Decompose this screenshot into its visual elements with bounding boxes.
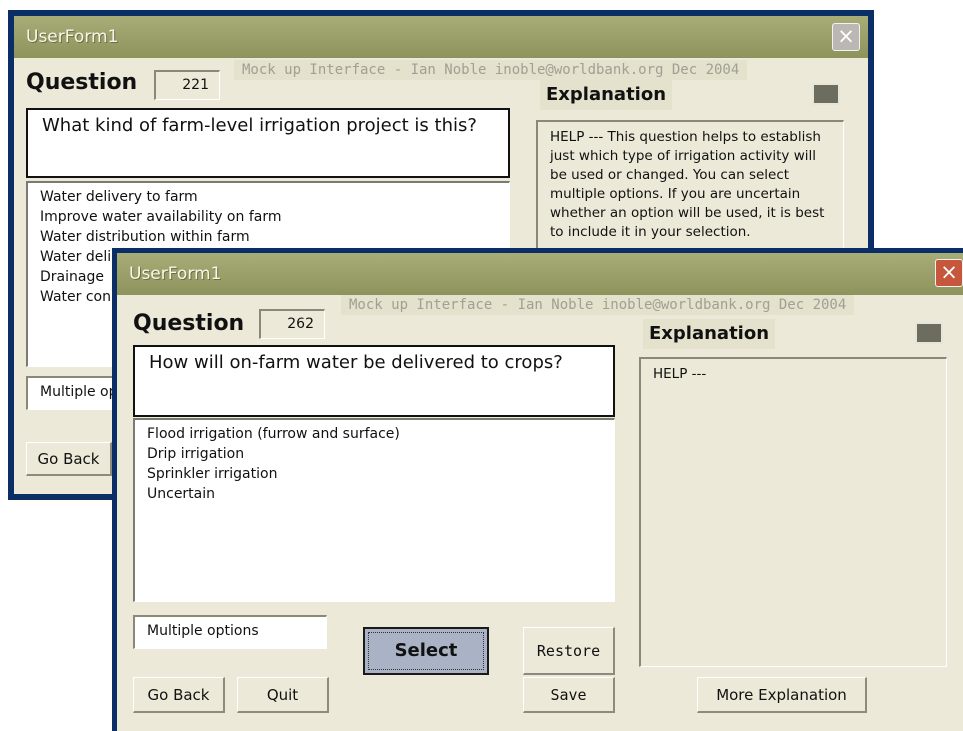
quit-button[interactable]: Quit bbox=[237, 677, 329, 713]
back-titlebar[interactable]: UserForm1 × bbox=[14, 16, 868, 58]
back-question-label: Question bbox=[26, 70, 138, 95]
restore-button[interactable]: Restore bbox=[523, 627, 615, 675]
front-question-label: Question bbox=[133, 311, 245, 336]
front-question-number: 262 bbox=[259, 309, 325, 339]
save-button[interactable]: Save bbox=[523, 677, 615, 713]
front-explanation-label: Explanation bbox=[643, 319, 776, 349]
back-window-title: UserForm1 bbox=[26, 27, 119, 47]
list-item[interactable]: Water delivery to farm bbox=[40, 187, 497, 207]
front-close-icon[interactable]: × bbox=[935, 259, 963, 287]
front-titlebar[interactable]: UserForm1 × bbox=[117, 253, 963, 295]
front-window: UserForm1 × Mock up Interface - Ian Nobl… bbox=[112, 248, 963, 731]
back-banner: Mock up Interface - Ian Noble inoble@wor… bbox=[234, 60, 748, 80]
front-client-area: Mock up Interface - Ian Noble inoble@wor… bbox=[117, 295, 963, 731]
more-explanation-button[interactable]: More Explanation bbox=[697, 677, 867, 713]
front-explanation-toggle[interactable] bbox=[915, 322, 943, 344]
front-multiple-options-box[interactable]: Multiple options bbox=[133, 615, 327, 649]
back-question-text: What kind of farm-level irrigation proje… bbox=[26, 108, 510, 178]
back-explanation-toggle[interactable] bbox=[812, 83, 840, 105]
list-item[interactable]: Uncertain bbox=[147, 484, 602, 504]
list-item[interactable]: Improve water availability on farm bbox=[40, 207, 497, 227]
list-item[interactable]: Water distribution within farm bbox=[40, 227, 497, 247]
front-help-text: HELP --- bbox=[639, 357, 947, 667]
back-close-icon[interactable]: × bbox=[832, 23, 860, 51]
back-explanation-label: Explanation bbox=[540, 80, 673, 110]
back-question-number: 221 bbox=[154, 70, 220, 100]
front-window-title: UserForm1 bbox=[129, 264, 222, 284]
front-banner: Mock up Interface - Ian Noble inoble@wor… bbox=[341, 295, 855, 315]
front-options-list[interactable]: Flood irrigation (furrow and surface) Dr… bbox=[133, 418, 615, 602]
list-item[interactable]: Drip irrigation bbox=[147, 444, 602, 464]
list-item[interactable]: Sprinkler irrigation bbox=[147, 464, 602, 484]
go-back-button[interactable]: Go Back bbox=[133, 677, 225, 713]
back-help-text: HELP --- This question helps to establis… bbox=[536, 120, 844, 250]
back-go-back-button[interactable]: Go Back bbox=[26, 442, 112, 476]
select-button[interactable]: Select bbox=[363, 627, 489, 675]
front-question-text: How will on-farm water be delivered to c… bbox=[133, 345, 615, 417]
list-item[interactable]: Flood irrigation (furrow and surface) bbox=[147, 424, 602, 444]
select-button-label: Select bbox=[394, 640, 458, 661]
